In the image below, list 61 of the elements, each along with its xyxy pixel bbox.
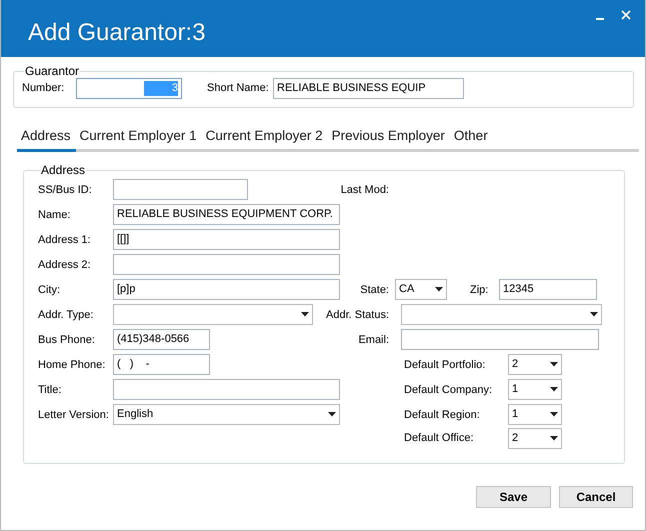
dropdown[interactable]: 2 (508, 428, 562, 449)
caret-icon (435, 287, 443, 292)
dropdown[interactable]: 1 (508, 404, 562, 426)
field-label: SS/Bus ID: (38, 182, 93, 198)
close-button[interactable] (619, 8, 633, 22)
tab[interactable]: Address (17, 124, 76, 152)
save-button[interactable]: Save (476, 486, 551, 508)
input-field[interactable] (113, 379, 340, 400)
dropdown[interactable]: English (113, 404, 340, 426)
caret-icon (301, 312, 309, 318)
input-field[interactable]: ( ) - (113, 354, 210, 376)
field-label: Address 1: (38, 232, 92, 248)
input-field[interactable]: RELIABLE BUSINESS EQUIP (273, 78, 464, 99)
cancel-button[interactable]: Cancel (559, 486, 633, 508)
tab[interactable]: Current Employer 2 (202, 124, 328, 152)
dropdown[interactable]: CA (395, 279, 447, 300)
close-icon (619, 8, 633, 22)
input-field[interactable]: RELIABLE BUSINESS EQUIPMENT CORP. (113, 204, 340, 226)
field-label: City: (38, 282, 61, 298)
window-title: Add Guarantor:3 (28, 18, 206, 48)
input-field[interactable] (113, 179, 248, 200)
input-field[interactable]: (415)348-0566 (113, 329, 210, 350)
field-label: Home Phone: (38, 358, 106, 372)
dropdown[interactable]: 2 (508, 354, 562, 376)
input-field[interactable]: [[]] (113, 229, 340, 250)
field-label: Bus Phone: (38, 332, 96, 348)
field-label: Short Name: (207, 81, 270, 96)
input-field[interactable]: [p]p (113, 279, 340, 300)
caret-icon (328, 412, 336, 418)
input-field[interactable]: 12345 (499, 279, 597, 300)
field-label: Default Company: (404, 382, 494, 398)
field-label: Default Office: (404, 431, 474, 446)
field-label: Default Portfolio: (404, 358, 486, 372)
caret-icon (550, 362, 558, 368)
field-label: Last Mod: (340, 182, 390, 198)
field-label: Title: (38, 382, 62, 398)
field-label: Letter Version: (38, 408, 110, 422)
field-label: State: (359, 282, 390, 298)
group-legend: Guarantor (24, 65, 80, 78)
caret-icon (550, 412, 558, 418)
tab[interactable]: Current Employer 1 (76, 124, 202, 152)
field-label: Zip: (470, 282, 490, 298)
dropdown[interactable] (113, 304, 313, 326)
field-label: Addr. Type: (38, 308, 94, 322)
field-label: Address 2: (38, 258, 92, 272)
group-legend: Address (40, 164, 86, 178)
caret-icon (590, 312, 598, 318)
field-label: Name: (38, 208, 72, 222)
field-label: Number: (22, 81, 66, 96)
field-label: Default Region: (404, 408, 481, 422)
field-label: Email: (357, 332, 390, 348)
tab[interactable]: Other (450, 124, 493, 152)
minimize-icon (596, 18, 604, 20)
tab[interactable]: Previous Employer (328, 124, 450, 152)
input-field[interactable] (401, 329, 599, 350)
caret-icon (550, 436, 558, 441)
field-label: Addr. Status: (325, 308, 390, 322)
dropdown[interactable]: 1 (508, 379, 562, 400)
input-field[interactable] (113, 254, 340, 276)
dropdown[interactable] (401, 304, 602, 326)
caret-icon (550, 387, 558, 392)
